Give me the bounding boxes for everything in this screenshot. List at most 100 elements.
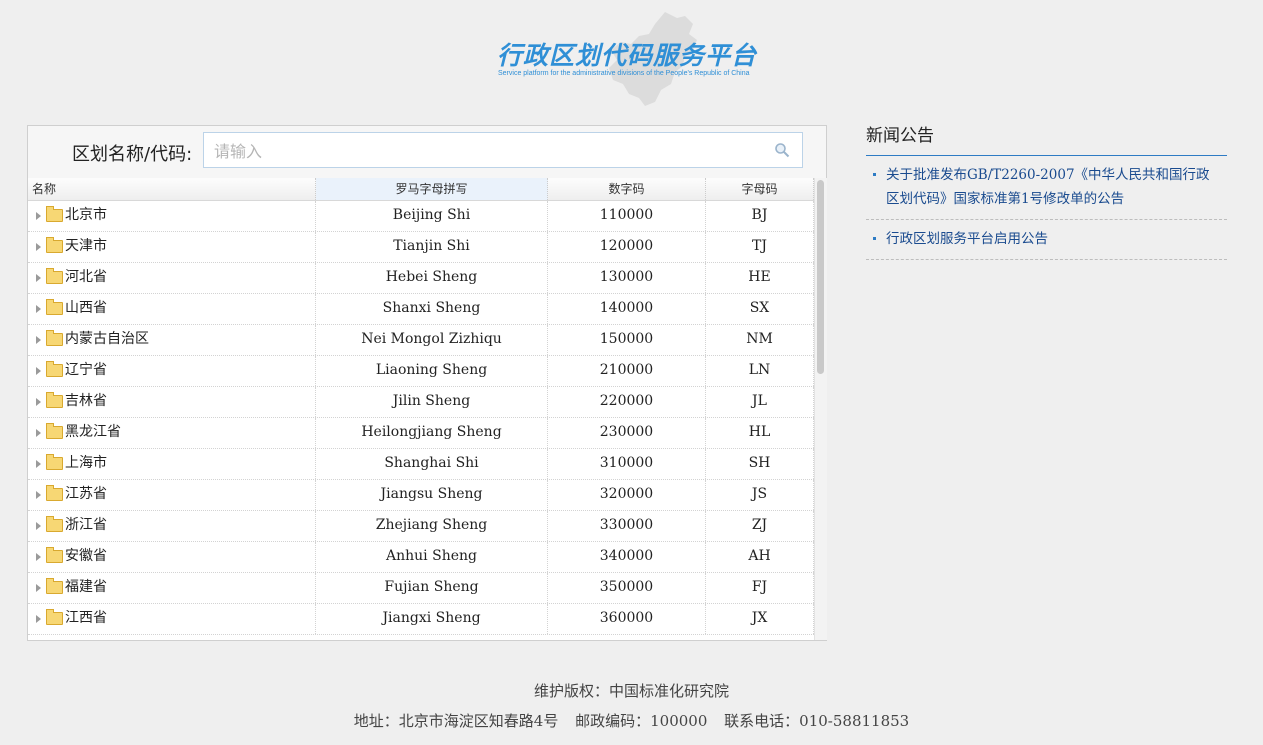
division-name: 北京市	[65, 207, 107, 223]
table-row[interactable]: 江苏省 Jiangsu Sheng 320000 JS	[28, 480, 814, 511]
folder-icon	[46, 609, 63, 625]
news-panel: 新闻公告 关于批准发布GB/T2260-2007《中华人民共和国行政区划代码》国…	[866, 125, 1227, 260]
table-row[interactable]: 吉林省 Jilin Sheng 220000 JL	[28, 387, 814, 418]
expand-arrow-icon[interactable]	[36, 614, 41, 623]
numeric-code-cell: 120000	[548, 232, 706, 262]
letter-code-cell: SH	[706, 449, 814, 479]
division-name: 辽宁省	[65, 362, 107, 378]
letter-code-cell: JX	[706, 604, 814, 634]
site-logo[interactable]: 行政区划代码服务平台 Service platform for the admi…	[497, 12, 767, 106]
table-row[interactable]: 浙江省 Zhejiang Sheng 330000 ZJ	[28, 511, 814, 542]
division-name-cell[interactable]: 黑龙江省	[28, 418, 316, 448]
column-header-name[interactable]: 名称	[28, 178, 316, 200]
letter-code-cell: TJ	[706, 232, 814, 262]
table-row[interactable]: 上海市 Shanghai Shi 310000 SH	[28, 449, 814, 480]
expand-arrow-icon[interactable]	[36, 583, 41, 592]
division-name-cell[interactable]: 福建省	[28, 573, 316, 603]
footer-postcode: 邮政编码：100000	[575, 712, 708, 730]
numeric-code-cell: 340000	[548, 542, 706, 572]
table-row[interactable]: 黑龙江省 Heilongjiang Sheng 230000 HL	[28, 418, 814, 449]
table-row[interactable]: 山西省 Shanxi Sheng 140000 SX	[28, 294, 814, 325]
expand-arrow-icon[interactable]	[36, 273, 41, 282]
division-name-cell[interactable]: 山西省	[28, 294, 316, 324]
folder-icon	[46, 206, 63, 222]
expand-arrow-icon[interactable]	[36, 459, 41, 468]
expand-arrow-icon[interactable]	[36, 242, 41, 251]
search-label: 区划名称/代码:	[72, 144, 193, 165]
numeric-code-cell: 140000	[548, 294, 706, 324]
division-name-cell[interactable]: 江苏省	[28, 480, 316, 510]
folder-icon	[46, 516, 63, 532]
division-name-cell[interactable]: 北京市	[28, 201, 316, 231]
division-name-cell[interactable]: 天津市	[28, 232, 316, 262]
roman-spelling-cell: Beijing Shi	[316, 201, 548, 231]
news-item-link[interactable]: 行政区划服务平台启用公告	[866, 220, 1227, 260]
division-name-cell[interactable]: 河北省	[28, 263, 316, 293]
folder-icon	[46, 330, 63, 346]
roman-spelling-cell: Jilin Sheng	[316, 387, 548, 417]
footer-maintainer: 维护版权：中国标准化研究院	[533, 682, 729, 700]
expand-arrow-icon[interactable]	[36, 428, 41, 437]
table-scrollbar[interactable]	[814, 178, 827, 640]
table-row[interactable]: 辽宁省 Liaoning Sheng 210000 LN	[28, 356, 814, 387]
division-name-cell[interactable]: 上海市	[28, 449, 316, 479]
letter-code-cell: BJ	[706, 201, 814, 231]
numeric-code-cell: 110000	[548, 201, 706, 231]
roman-spelling-cell: Jiangsu Sheng	[316, 480, 548, 510]
column-header-letter-code[interactable]: 字母码	[706, 178, 814, 200]
letter-code-cell: JS	[706, 480, 814, 510]
division-name-cell[interactable]: 安徽省	[28, 542, 316, 572]
news-title: 新闻公告	[866, 125, 1227, 156]
division-name: 上海市	[65, 455, 107, 471]
folder-icon	[46, 454, 63, 470]
numeric-code-cell: 150000	[548, 325, 706, 355]
scrollbar-thumb[interactable]	[817, 180, 824, 374]
table-row[interactable]: 河北省 Hebei Sheng 130000 HE	[28, 263, 814, 294]
division-name-cell[interactable]: 江西省	[28, 604, 316, 634]
division-name-cell[interactable]: 辽宁省	[28, 356, 316, 386]
roman-spelling-cell: Anhui Sheng	[316, 542, 548, 572]
folder-icon	[46, 392, 63, 408]
division-panel: 区划名称/代码: 名称 罗马字母拼写 数字码 字母码 北京市 Beijing Sh…	[27, 125, 827, 641]
division-name: 内蒙古自治区	[65, 331, 149, 347]
roman-spelling-cell: Shanxi Sheng	[316, 294, 548, 324]
expand-arrow-icon[interactable]	[36, 304, 41, 313]
column-header-numeric-code[interactable]: 数字码	[548, 178, 706, 200]
division-name-cell[interactable]: 吉林省	[28, 387, 316, 417]
search-box[interactable]	[203, 132, 803, 168]
news-item-link[interactable]: 关于批准发布GB/T2260-2007《中华人民共和国行政区划代码》国家标准第1…	[866, 156, 1227, 220]
table-row[interactable]: 福建省 Fujian Sheng 350000 FJ	[28, 573, 814, 604]
table-row[interactable]: 内蒙古自治区 Nei Mongol Zizhiqu 150000 NM	[28, 325, 814, 356]
folder-icon	[46, 485, 63, 501]
table-row[interactable]: 安徽省 Anhui Sheng 340000 AH	[28, 542, 814, 573]
roman-spelling-cell: Tianjin Shi	[316, 232, 548, 262]
table-row[interactable]: 江西省 Jiangxi Sheng 360000 JX	[28, 604, 814, 635]
division-name: 黑龙江省	[65, 424, 121, 440]
expand-arrow-icon[interactable]	[36, 211, 41, 220]
roman-spelling-cell: Shanghai Shi	[316, 449, 548, 479]
column-header-roman[interactable]: 罗马字母拼写	[316, 178, 548, 200]
division-name: 安徽省	[65, 548, 107, 564]
expand-arrow-icon[interactable]	[36, 490, 41, 499]
table-row[interactable]: 北京市 Beijing Shi 110000 BJ	[28, 201, 814, 232]
expand-arrow-icon[interactable]	[36, 521, 41, 530]
roman-spelling-cell: Hebei Sheng	[316, 263, 548, 293]
expand-arrow-icon[interactable]	[36, 397, 41, 406]
expand-arrow-icon[interactable]	[36, 552, 41, 561]
roman-spelling-cell: Jiangxi Sheng	[316, 604, 548, 634]
search-input[interactable]	[212, 139, 766, 163]
division-name-cell[interactable]: 浙江省	[28, 511, 316, 541]
roman-spelling-cell: Heilongjiang Sheng	[316, 418, 548, 448]
folder-icon	[46, 423, 63, 439]
division-name: 江苏省	[65, 486, 107, 502]
expand-arrow-icon[interactable]	[36, 335, 41, 344]
table-row[interactable]: 天津市 Tianjin Shi 120000 TJ	[28, 232, 814, 263]
roman-spelling-cell: Zhejiang Sheng	[316, 511, 548, 541]
page-footer: 维护版权：中国标准化研究院 地址：北京市海淀区知春路4号 邮政编码：100000…	[0, 676, 1263, 736]
division-name-cell[interactable]: 内蒙古自治区	[28, 325, 316, 355]
letter-code-cell: AH	[706, 542, 814, 572]
search-bar: 区划名称/代码:	[28, 126, 826, 178]
expand-arrow-icon[interactable]	[36, 366, 41, 375]
search-icon[interactable]	[774, 142, 790, 158]
numeric-code-cell: 360000	[548, 604, 706, 634]
